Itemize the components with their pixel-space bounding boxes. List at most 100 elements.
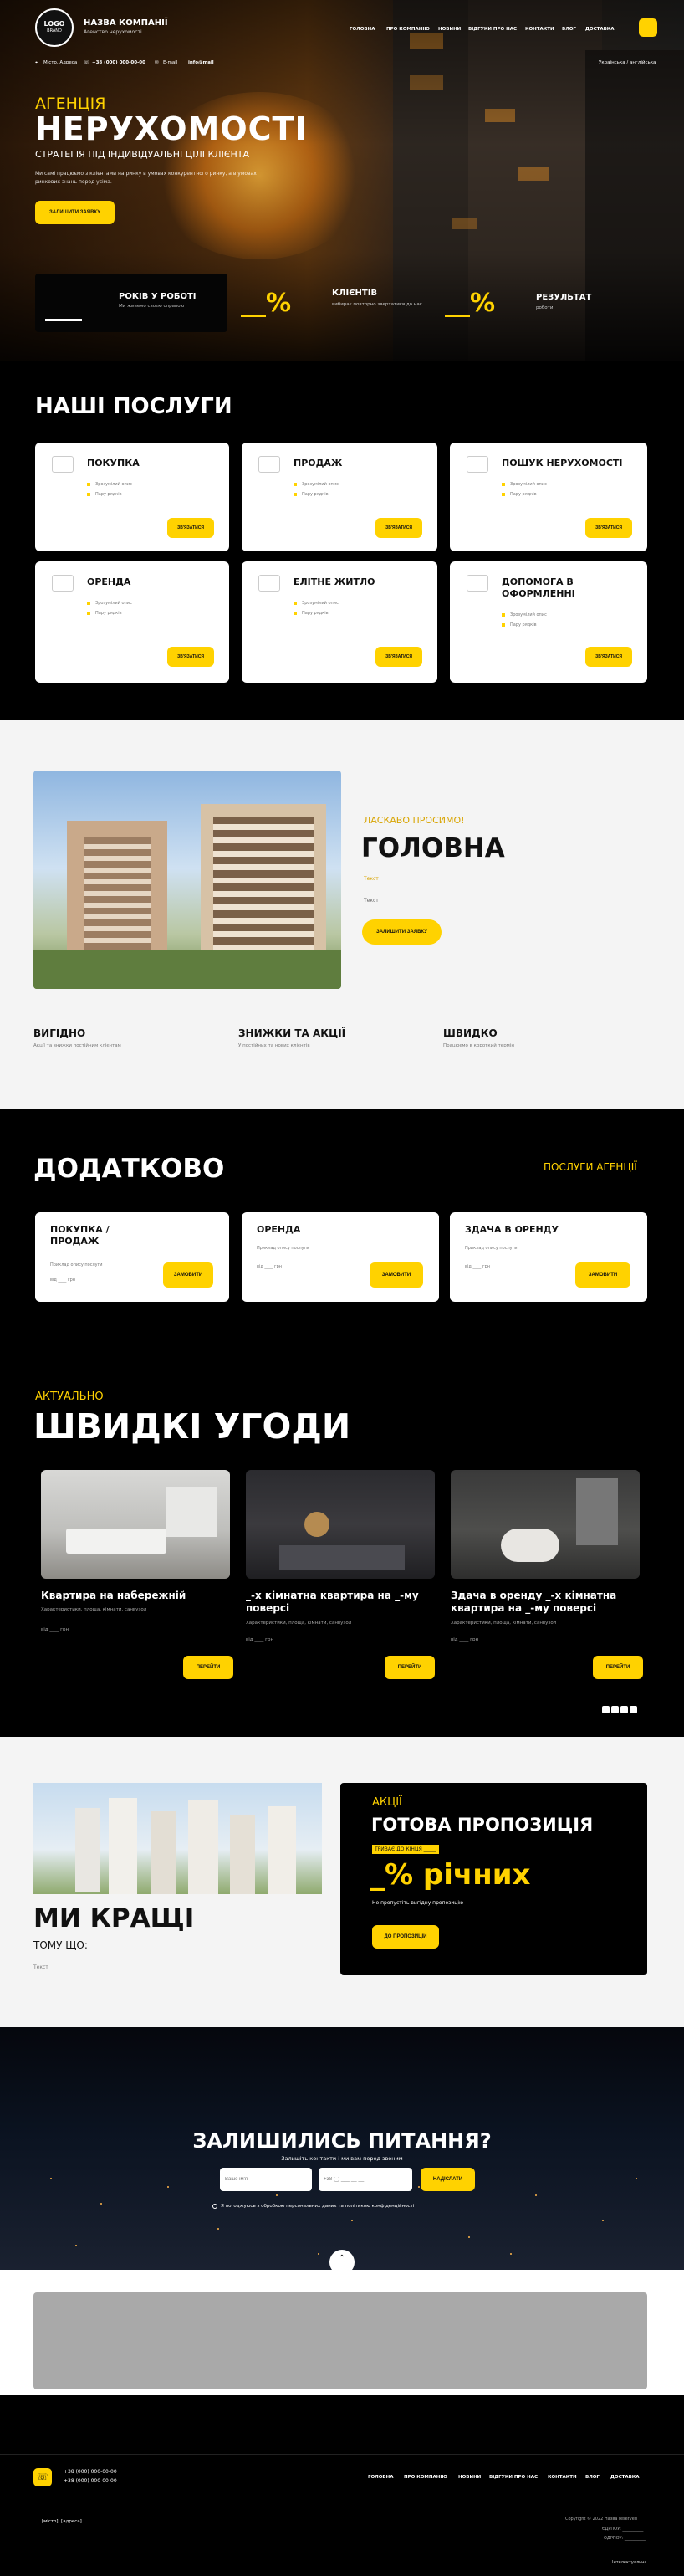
stat-years: РОКІВ У РОБОТІ Ми живемо своєю справою xyxy=(35,274,227,332)
footer-phone[interactable]: +38 (000) 000-00-00 xyxy=(64,2469,117,2475)
nav-home[interactable]: ГОЛОВНА xyxy=(350,27,375,32)
header-phone[interactable]: +38 (000) 000-00-00 xyxy=(92,60,145,65)
address: Місто, Адреса xyxy=(43,60,78,65)
nav-delivery[interactable]: ДОСТАВКА xyxy=(585,27,615,32)
feature-title: ШВИДКО xyxy=(443,1027,498,1039)
nav-blog[interactable]: БЛОГ xyxy=(562,27,576,32)
footer: ☏ +38 (000) 000-00-00 +38 (000) 000-00-0… xyxy=(0,2395,684,2576)
open-deal-button[interactable]: ПЕРЕЙТИ xyxy=(593,1656,643,1679)
order-button[interactable]: ЗАМОВИТИ xyxy=(163,1262,213,1288)
deal-card[interactable]: Здача в оренду _-х кімнатна квартира на … xyxy=(451,1470,643,1701)
deal-image xyxy=(451,1470,640,1579)
service-bullet: Пару рядків xyxy=(294,608,339,618)
map-placeholder[interactable] xyxy=(33,2292,647,2389)
nav-contacts[interactable]: КОНТАКТИ xyxy=(525,27,554,32)
house-icon xyxy=(258,456,280,473)
extra-card-price: від ____ грн xyxy=(465,1264,491,1269)
service-card-title: ПОКУПКА xyxy=(87,458,140,469)
order-button[interactable]: ЗАМОВИТИ xyxy=(370,1262,423,1288)
cart-icon xyxy=(52,456,74,473)
feature-sub: У постійних та нових клієнтів xyxy=(238,1043,310,1048)
nav-about[interactable]: ПРО КОМПАНІЮ xyxy=(386,27,430,32)
best-title: МИ КРАЩІ xyxy=(33,1903,195,1933)
promo-big: _% річних xyxy=(370,1858,531,1892)
services-title: НАШІ ПОСЛУГИ xyxy=(35,394,232,419)
consent-text: Я погоджуюсь з обробкою персональних дан… xyxy=(221,2204,415,2209)
name-input[interactable] xyxy=(220,2168,312,2191)
city-image xyxy=(33,1783,322,1894)
best-text: Текст xyxy=(33,1964,48,1970)
developer-credit[interactable]: Інтелектуальна xyxy=(612,2560,646,2565)
scroll-up-icon[interactable]: ⌃ xyxy=(329,2250,355,2270)
deals-kicker: АКТУАЛЬНО xyxy=(35,1390,104,1403)
service-card: ЕЛІТНЕ ЖИТЛО Зрозумілий опис Пару рядків … xyxy=(242,561,437,683)
service-card-title: ПРОДАЖ xyxy=(294,458,343,469)
footer-legal-line: ЄДРПОУ: __________ xyxy=(602,2527,644,2532)
deal-title: _-х кімнатна квартира на _-му поверсі xyxy=(246,1590,419,1614)
open-deal-button[interactable]: ПЕРЕЙТИ xyxy=(183,1656,233,1679)
phone-icon: ☏ xyxy=(84,60,89,65)
extra-card: ОРЕНДА Приклад опису послуги від ____ гр… xyxy=(242,1212,439,1302)
promo-kicker: АКЦІЇ xyxy=(372,1796,402,1809)
slider-dot[interactable] xyxy=(630,1706,637,1713)
hero-cta-button[interactable]: ЗАЛИШИТИ ЗАЯВКУ xyxy=(35,201,115,224)
header-email[interactable]: info@mail xyxy=(188,60,214,65)
extra-link[interactable]: ПОСЛУГИ АГЕНЦІЇ xyxy=(544,1161,637,1173)
extra-section: ДОДАТКОВО ПОСЛУГИ АГЕНЦІЇ ПОКУПКА / ПРОД… xyxy=(0,1109,684,1360)
extra-card-sub: Приклад опису послуги xyxy=(465,1246,518,1251)
stat-years-sub: Ми живемо своєю справою xyxy=(119,304,185,309)
order-button[interactable]: ЗАМОВИТИ xyxy=(575,1262,630,1288)
footer-nav-news[interactable]: НОВИНИ xyxy=(458,2475,481,2480)
consent-checkbox[interactable] xyxy=(212,2204,217,2209)
contact-button[interactable]: ЗВ'ЯЗАТИСЯ xyxy=(167,518,214,538)
language-switcher[interactable]: Українська / англійська xyxy=(599,60,656,65)
logo[interactable]: LOGO BRAND xyxy=(35,8,74,47)
deal-image xyxy=(41,1470,230,1579)
slider-dot[interactable] xyxy=(611,1706,619,1713)
deal-card[interactable]: Квартира на набережній Характеристики, п… xyxy=(41,1470,233,1701)
service-card: ОРЕНДА Зрозумілий опис Пару рядків ЗВ'ЯЗА… xyxy=(35,561,229,683)
footer-nav-about[interactable]: ПРО КОМПАНІЮ xyxy=(404,2475,447,2480)
service-bullet: Пару рядків xyxy=(502,620,547,630)
footer-nav-delivery[interactable]: ДОСТАВКА xyxy=(610,2475,640,2480)
promo-sub: Не пропустіть вигідну пропозицію xyxy=(372,1900,464,1906)
open-deal-button[interactable]: ПЕРЕЙТИ xyxy=(385,1656,435,1679)
footer-phone[interactable]: +38 (000) 000-00-00 xyxy=(64,2478,117,2484)
stat-years-title: РОКІВ У РОБОТІ xyxy=(119,292,197,301)
footer-nav-contacts[interactable]: КОНТАКТИ xyxy=(548,2475,577,2480)
nav-news[interactable]: НОВИНИ xyxy=(438,27,461,32)
questions-sub: Залишіть контакти і ми вам перед звоним xyxy=(281,2155,403,2162)
slider-dot[interactable] xyxy=(620,1706,628,1713)
footer-nav-blog[interactable]: БЛОГ xyxy=(585,2475,600,2480)
footer-nav-home[interactable]: ГОЛОВНА xyxy=(368,2475,393,2480)
deals-title: ШВИДКІ УГОДИ xyxy=(33,1406,351,1447)
service-bullet: Пару рядків xyxy=(87,608,132,618)
contact-button[interactable]: ЗВ'ЯЗАТИСЯ xyxy=(585,518,632,538)
menu-button[interactable] xyxy=(639,18,657,37)
footer-address: [місто], [адреса] xyxy=(42,2519,82,2524)
phone-input[interactable] xyxy=(319,2168,412,2191)
send-button[interactable]: НАДІСЛАТИ xyxy=(421,2168,475,2191)
promo-button[interactable]: ДО ПРОПОЗИЦІЙ xyxy=(372,1925,439,1949)
service-bullet: Зрозумілий опис xyxy=(87,479,132,489)
footer-nav-reviews[interactable]: ВІДГУКИ ПРО НАС xyxy=(489,2475,538,2480)
slider-dots xyxy=(602,1706,637,1713)
service-card-title: ДОПОМОГА В ОФОРМЛЕННІ xyxy=(502,576,575,599)
extra-card-price: від ____ грн xyxy=(50,1278,76,1283)
about-cta-button[interactable]: ЗАЛИШИТИ ЗАЯВКУ xyxy=(362,919,442,945)
service-bullet: Зрозумілий опис xyxy=(502,479,547,489)
best-sub: ТОМУ ЩО: xyxy=(33,1939,88,1951)
extra-card-title: ПОКУПКА / ПРОДАЖ xyxy=(50,1224,110,1247)
service-bullet: Зрозумілий опис xyxy=(294,479,339,489)
service-card: ПРОДАЖ Зрозумілий опис Пару рядків ЗВ'ЯЗА… xyxy=(242,443,437,551)
contact-button[interactable]: ЗВ'ЯЗАТИСЯ xyxy=(375,518,422,538)
contact-button[interactable]: ЗВ'ЯЗАТИСЯ xyxy=(585,647,632,667)
contact-button[interactable]: ЗВ'ЯЗАТИСЯ xyxy=(167,647,214,667)
service-bullet: Пару рядків xyxy=(294,489,339,499)
hero-title: НЕРУХОМОСТІ xyxy=(35,110,308,147)
nav-reviews[interactable]: ВІДГУКИ ПРО НАС xyxy=(468,27,517,32)
deal-card[interactable]: _-х кімнатна квартира на _-му поверсі Ха… xyxy=(246,1470,435,1701)
extra-card-price: від ____ грн xyxy=(257,1264,283,1269)
contact-button[interactable]: ЗВ'ЯЗАТИСЯ xyxy=(375,647,422,667)
slider-dot[interactable] xyxy=(602,1706,610,1713)
